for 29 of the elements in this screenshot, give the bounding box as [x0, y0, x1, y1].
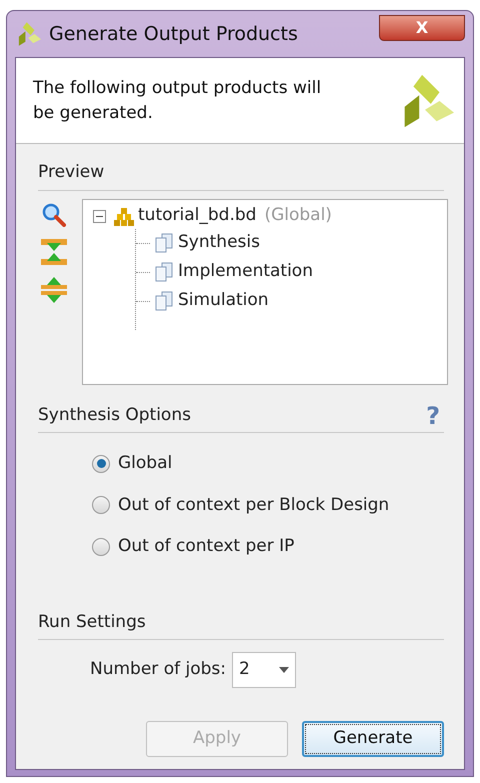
expand-all-icon[interactable]	[41, 276, 67, 302]
collapse-all-icon[interactable]	[41, 238, 67, 264]
document-icon	[154, 291, 174, 311]
help-icon[interactable]: ?	[426, 404, 440, 428]
blocks-icon	[114, 206, 134, 226]
section-title: Synthesis Options	[38, 404, 191, 426]
tree-item-note: (Global)	[264, 204, 332, 228]
tree-item[interactable]: Synthesis	[178, 230, 260, 256]
caret-icon	[278, 667, 289, 673]
radio-button[interactable]	[92, 538, 110, 556]
tree-item[interactable]: Implementation	[178, 259, 313, 285]
tree-item[interactable]: Simulation	[178, 288, 269, 314]
collapse-toggle[interactable]	[93, 210, 106, 222]
dialog-button[interactable]: Generate	[302, 721, 444, 757]
section-title: Preview	[38, 161, 104, 184]
radio-button[interactable]	[92, 454, 110, 473]
radio-button[interactable]	[92, 496, 110, 514]
radio-label: Out of context per IP	[118, 535, 294, 558]
radio-label: Global	[118, 452, 172, 475]
tree-item[interactable]: tutorial_bd.bd	[138, 203, 256, 229]
document-icon	[154, 262, 174, 282]
jobs-dropdown[interactable]: 2	[232, 652, 296, 688]
section-title: Run Settings	[38, 610, 146, 634]
document-icon	[154, 233, 174, 253]
jobs-label: Number of jobs:	[90, 658, 226, 682]
header-message: The following output products will be generated.	[33, 76, 322, 124]
window-title: Generate Output Products	[49, 22, 299, 47]
search-icon[interactable]	[42, 202, 66, 226]
radio-label: Out of context per Block Design	[118, 494, 390, 516]
